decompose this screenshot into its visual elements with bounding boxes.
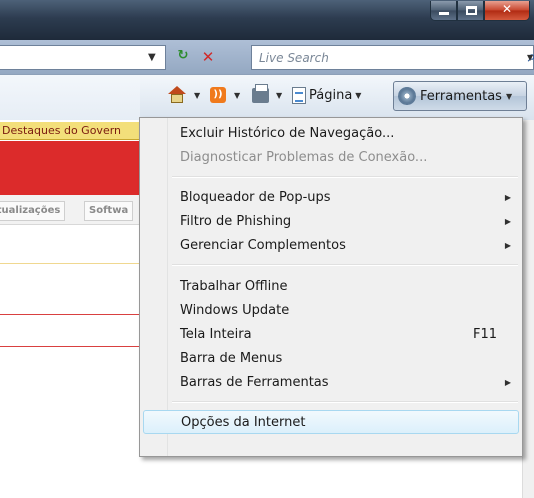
page-tabs-row: Atualizações Softwa xyxy=(0,195,140,225)
printer-icon xyxy=(252,83,269,103)
search-input[interactable]: Live Search ⌕ xyxy=(251,45,534,70)
menu-item-label: Barra de Menus xyxy=(180,351,283,366)
menu-item-full-screen[interactable]: Tela Inteira F11 xyxy=(169,323,521,347)
menu-item-diagnose-connection: Diagnosticar Problemas de Conexão... xyxy=(169,146,521,170)
minimize-icon xyxy=(439,12,449,15)
command-bar: ▼ )) ▼ ▼ Página ▼ Ferramentas ▼ xyxy=(0,74,534,121)
divider xyxy=(0,263,140,264)
print-button[interactable] xyxy=(252,83,269,107)
menu-item-toolbars[interactable]: Barras de Ferramentas ▶ xyxy=(169,371,521,395)
window-titlebar: ✕ xyxy=(0,0,534,40)
submenu-arrow-icon: ▶ xyxy=(504,241,511,250)
maximize-icon xyxy=(466,6,477,15)
page-menu-label: Página xyxy=(309,87,353,103)
close-button[interactable]: ✕ xyxy=(484,1,530,21)
maximize-button[interactable] xyxy=(457,1,484,21)
menu-separator xyxy=(172,176,518,178)
tools-dropdown-menu: Excluir Histórico de Navegação... Diagno… xyxy=(139,117,523,457)
divider xyxy=(0,346,140,347)
print-dropdown[interactable]: ▼ xyxy=(276,83,282,107)
submenu-arrow-icon: ▶ xyxy=(504,217,511,226)
page-menu-button[interactable]: Página ▼ xyxy=(292,83,361,107)
chevron-down-icon: ▼ xyxy=(505,91,513,101)
gov-highlights-bar[interactable]: Destaques do Govern xyxy=(0,122,140,140)
menu-item-work-offline[interactable]: Trabalhar Offline xyxy=(169,275,521,299)
page-content: Destaques do Govern Atualizações Softwa xyxy=(0,120,140,498)
menu-item-manage-addons[interactable]: Gerenciar Complementos ▶ xyxy=(169,234,521,258)
refresh-icon[interactable]: ↻ xyxy=(172,48,194,68)
home-dropdown[interactable]: ▼ xyxy=(194,83,200,107)
chevron-down-icon: ▼ xyxy=(276,90,283,100)
divider xyxy=(0,314,140,315)
menu-item-label: Trabalhar Offline xyxy=(180,279,288,294)
address-dropdown-icon[interactable]: ▼ xyxy=(148,52,156,63)
menu-item-label: Gerenciar Complementos xyxy=(180,238,346,253)
page-header-band xyxy=(0,141,140,195)
menu-item-shortcut: F11 xyxy=(472,327,497,342)
vertical-scrollbar[interactable] xyxy=(522,120,534,498)
feeds-button[interactable]: )) xyxy=(210,83,226,107)
menu-item-label: Excluir Histórico de Navegação... xyxy=(180,126,395,141)
menu-item-label: Windows Update xyxy=(180,303,290,318)
tools-menu-button[interactable]: Ferramentas ▼ xyxy=(393,81,527,111)
close-icon: ✕ xyxy=(501,2,513,16)
minimize-button[interactable] xyxy=(430,1,457,21)
submenu-arrow-icon: ▶ xyxy=(504,378,511,387)
tools-menu-label: Ferramentas xyxy=(420,88,502,104)
menu-separator xyxy=(172,264,518,266)
home-button[interactable] xyxy=(168,83,186,107)
menu-item-delete-history[interactable]: Excluir Histórico de Navegação... xyxy=(169,122,521,146)
menu-item-label: Tela Inteira xyxy=(180,327,252,342)
rss-feed-icon: )) xyxy=(210,87,226,103)
address-input[interactable] xyxy=(0,45,166,70)
menu-item-windows-update[interactable]: Windows Update xyxy=(169,299,521,323)
stop-icon[interactable]: ✕ xyxy=(198,48,218,68)
caption-buttons: ✕ xyxy=(430,1,530,21)
search-dropdown-icon[interactable]: ▼ xyxy=(527,53,533,62)
tab-atualizacoes[interactable]: Atualizações xyxy=(0,201,66,221)
chevron-down-icon: ▼ xyxy=(355,90,362,100)
chevron-down-icon: ▼ xyxy=(194,90,201,100)
submenu-arrow-icon: ▶ xyxy=(504,193,511,202)
tab-software[interactable]: Softwa xyxy=(84,201,134,221)
menu-item-menu-bar[interactable]: Barra de Menus xyxy=(169,347,521,371)
menu-item-label: Barras de Ferramentas xyxy=(180,375,329,390)
page-icon xyxy=(292,86,306,104)
address-row: ▼ ↻ ✕ Live Search ⌕ ▼ xyxy=(0,40,534,74)
menu-item-phishing-filter[interactable]: Filtro de Phishing ▶ xyxy=(169,210,521,234)
search-placeholder: Live Search xyxy=(259,51,329,65)
menu-item-internet-options[interactable]: Opções da Internet xyxy=(143,410,519,434)
menu-icon-gutter xyxy=(140,118,168,456)
menu-item-label: Filtro de Phishing xyxy=(180,214,292,229)
menu-item-label: Opções da Internet xyxy=(181,415,306,430)
menu-item-popup-blocker[interactable]: Bloqueador de Pop-ups ▶ xyxy=(169,186,521,210)
favorites-bar-area xyxy=(0,75,140,121)
home-icon xyxy=(168,86,186,104)
menu-item-label: Bloqueador de Pop-ups xyxy=(180,190,331,205)
menu-separator xyxy=(172,401,518,403)
chevron-down-icon: ▼ xyxy=(234,90,241,100)
gear-icon xyxy=(398,87,416,105)
menu-item-label: Diagnosticar Problemas de Conexão... xyxy=(180,150,428,165)
feeds-dropdown[interactable]: ▼ xyxy=(234,83,240,107)
